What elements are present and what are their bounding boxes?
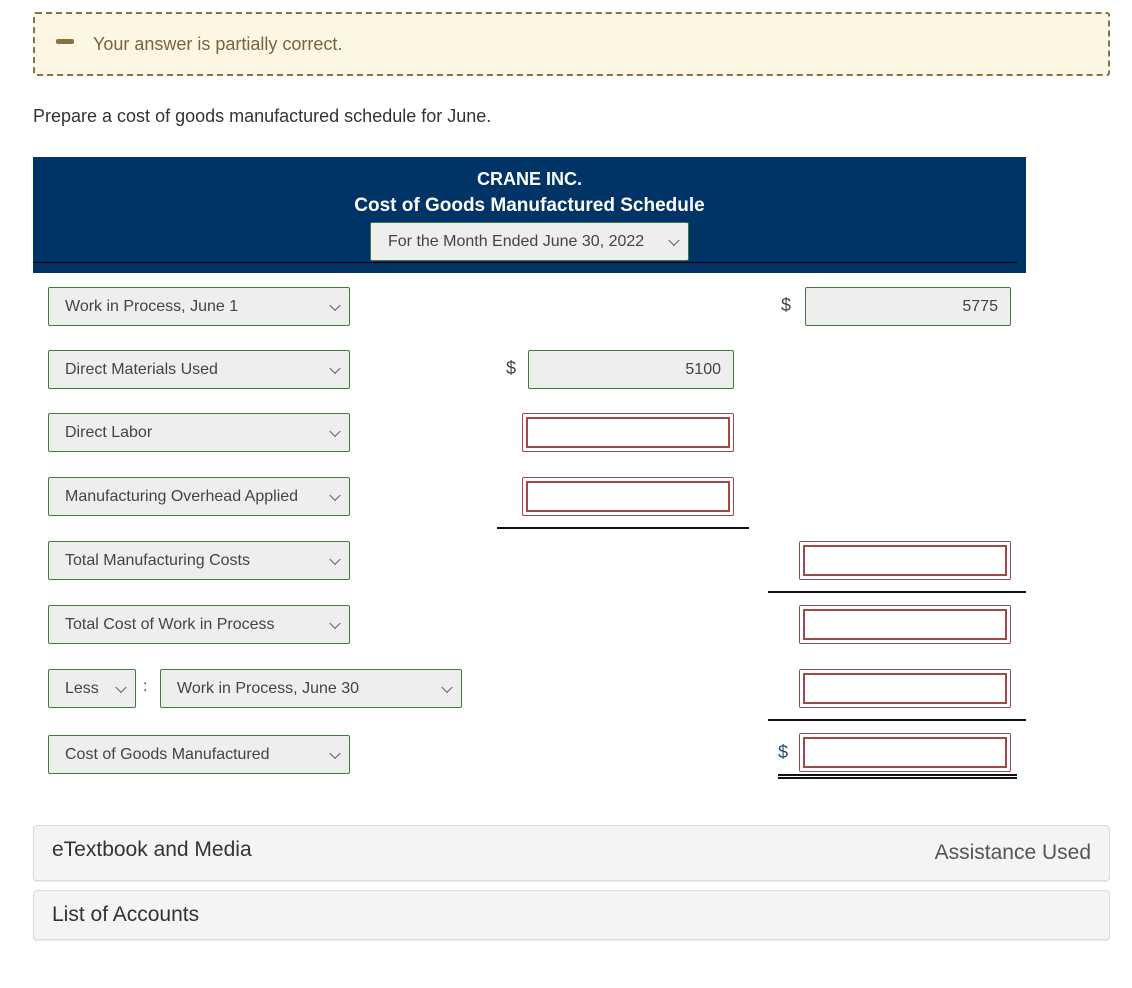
wip-begin-select[interactable]: Work in Process, June 1 (48, 287, 350, 326)
chevron-down-icon (329, 553, 341, 565)
double-rule-bottom (778, 777, 1017, 779)
total-mfg-costs-select[interactable]: Total Manufacturing Costs (48, 541, 350, 580)
list-of-accounts-panel[interactable]: List of Accounts (33, 890, 1110, 940)
direct-materials-select[interactable]: Direct Materials Used (48, 350, 350, 389)
total-rule (768, 719, 1026, 721)
cogm-amount-input[interactable] (803, 737, 1007, 768)
wip-begin-amount[interactable]: 5775 (805, 287, 1011, 326)
chevron-down-icon (329, 362, 341, 374)
wip-end-label: Work in Process, June 30 (177, 679, 360, 697)
colon-separator: : (143, 678, 148, 695)
wip-end-select[interactable]: Work in Process, June 30 (160, 669, 462, 708)
operator-label: Less (65, 679, 99, 697)
overhead-amount-wrapper (522, 477, 734, 516)
chevron-down-icon (329, 747, 341, 759)
total-mfg-costs-amount-input[interactable] (803, 545, 1007, 576)
total-wip-amount-wrapper (799, 605, 1011, 644)
operator-select[interactable]: Less (48, 669, 136, 708)
total-wip-amount-input[interactable] (803, 609, 1007, 640)
direct-labor-select[interactable]: Direct Labor (48, 413, 350, 452)
list-of-accounts-link[interactable]: List of Accounts (52, 903, 199, 927)
total-mfg-costs-amount-wrapper (799, 541, 1011, 580)
overhead-amount-input[interactable] (526, 481, 730, 512)
chevron-down-icon (668, 234, 680, 246)
total-wip-label: Total Cost of Work in Process (65, 615, 275, 633)
schedule-title: Cost of Goods Manufactured Schedule (354, 195, 705, 216)
instruction-text: Prepare a cost of goods manufactured sch… (33, 106, 492, 126)
chevron-down-icon (441, 681, 453, 693)
direct-labor-label: Direct Labor (65, 423, 153, 441)
cogm-amount-wrapper (799, 733, 1011, 772)
direct-labor-amount-input[interactable] (526, 417, 730, 448)
feedback-banner: Your answer is partially correct. (33, 12, 1110, 76)
minus-icon (56, 39, 74, 44)
double-rule-top (778, 774, 1017, 776)
chevron-down-icon (115, 681, 127, 693)
assistance-used-label: Assistance Used (934, 841, 1091, 864)
direct-materials-amount[interactable]: 5100 (528, 350, 734, 389)
wip-end-amount-wrapper (799, 669, 1011, 708)
dollar-sign: $ (506, 358, 517, 378)
total-wip-select[interactable]: Total Cost of Work in Process (48, 605, 350, 644)
chevron-down-icon (329, 617, 341, 629)
overhead-select[interactable]: Manufacturing Overhead Applied (48, 477, 350, 516)
direct-materials-label: Direct Materials Used (65, 360, 218, 378)
chevron-down-icon (329, 299, 341, 311)
company-name: CRANE INC. (476, 169, 582, 189)
subtotal-rule (497, 527, 749, 529)
header-divider (33, 262, 1017, 263)
period-select-value: For the Month Ended June 30, 2022 (388, 232, 645, 250)
etextbook-link[interactable]: eTextbook and Media (52, 838, 252, 862)
dollar-sign: $ (778, 742, 789, 762)
chevron-down-icon (329, 489, 341, 501)
direct-labor-amount-wrapper (522, 413, 734, 452)
cogm-label: Cost of Goods Manufactured (65, 745, 270, 763)
cogm-select[interactable]: Cost of Goods Manufactured (48, 735, 350, 774)
total-rule (768, 591, 1026, 593)
chevron-down-icon (329, 425, 341, 437)
feedback-message: Your answer is partially correct. (93, 34, 343, 54)
dollar-sign: $ (781, 295, 792, 315)
etextbook-panel[interactable]: eTextbook and Media Assistance Used (33, 825, 1110, 881)
wip-begin-label: Work in Process, June 1 (65, 297, 239, 315)
total-mfg-costs-label: Total Manufacturing Costs (65, 551, 250, 569)
period-select[interactable]: For the Month Ended June 30, 2022 (370, 222, 689, 261)
wip-end-amount-input[interactable] (803, 673, 1007, 704)
overhead-label: Manufacturing Overhead Applied (65, 487, 299, 505)
